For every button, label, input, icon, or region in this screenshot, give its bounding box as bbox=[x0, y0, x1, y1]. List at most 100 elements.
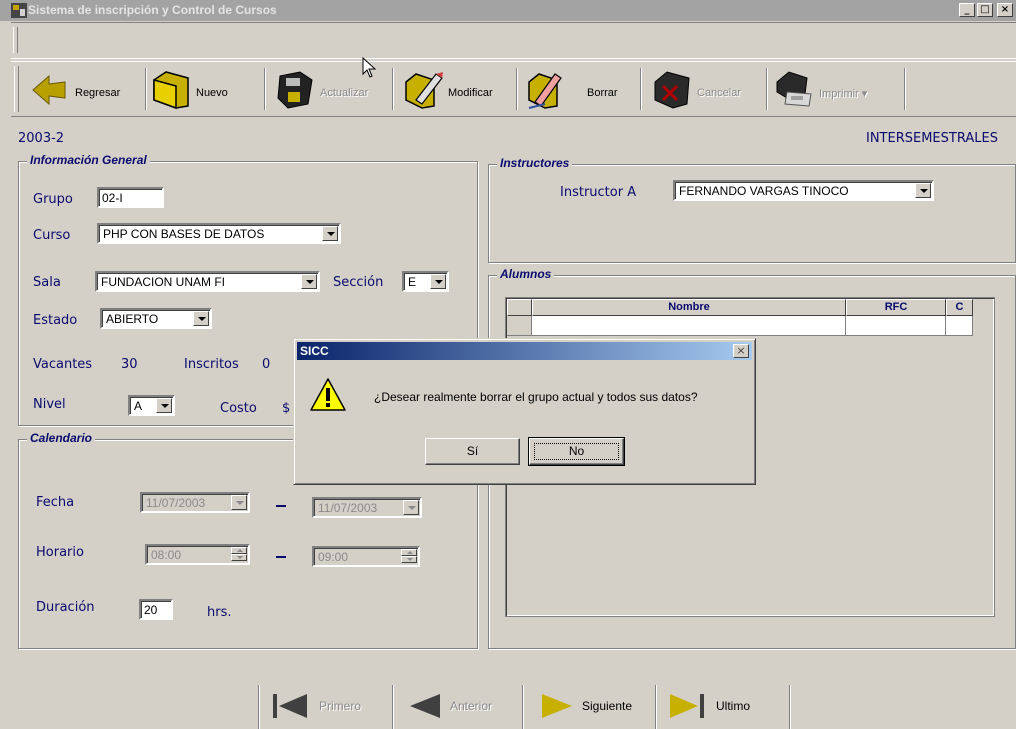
instructor-a-value: FERNANDO VARGAS TINOCO bbox=[679, 184, 849, 198]
dialog-close-button[interactable]: × bbox=[733, 344, 749, 358]
dialog-title-bar[interactable]: SICC × bbox=[297, 342, 752, 360]
instructor-a-select[interactable]: FERNANDO VARGAS TINOCO bbox=[673, 180, 934, 201]
last-record-icon bbox=[670, 694, 704, 718]
date-from-value: 11/07/2003 bbox=[146, 496, 206, 510]
status-select[interactable]: ABIERTO bbox=[100, 308, 212, 329]
level-select[interactable]: A bbox=[128, 395, 175, 416]
maximize-button[interactable]: □ bbox=[977, 3, 993, 17]
toolbar-separator bbox=[766, 68, 768, 110]
dialog-message: ¿Desear realmente borrar el grupo actual… bbox=[374, 390, 698, 404]
enrolled-value: 0 bbox=[262, 357, 271, 372]
chevron-down-icon[interactable] bbox=[322, 226, 338, 241]
back-label: Regresar bbox=[75, 87, 121, 99]
level-label: Nivel bbox=[33, 397, 66, 412]
group-field[interactable]: 02-I bbox=[97, 187, 164, 208]
table-header-row-indicator bbox=[507, 299, 532, 316]
table-cell[interactable] bbox=[946, 316, 973, 336]
nav-separator bbox=[522, 685, 524, 729]
print-label: Imprimir ▾ bbox=[819, 87, 868, 100]
back-arrow-icon bbox=[32, 74, 66, 106]
table-header-nombre[interactable]: Nombre bbox=[532, 299, 846, 316]
title-bar[interactable]: Sistema de inscripción y Control de Curs… bbox=[0, 0, 1016, 21]
time-to-value: 09:00 bbox=[318, 550, 349, 564]
cancel-label: Cancelar bbox=[697, 87, 742, 99]
print-button[interactable]: Imprimir ▾ bbox=[773, 62, 867, 116]
instructors-title: Instructores bbox=[497, 156, 573, 170]
course-label: Curso bbox=[33, 228, 71, 243]
first-record-button[interactable]: Primero bbox=[271, 688, 361, 724]
confirm-dialog: SICC × ¿Desear realmente borrar el grupo… bbox=[293, 338, 756, 485]
table-cell[interactable] bbox=[846, 316, 946, 336]
vacancies-value: 30 bbox=[121, 357, 138, 372]
yes-button[interactable]: Sí bbox=[425, 438, 520, 465]
nav-separator bbox=[258, 685, 260, 729]
chevron-down-icon[interactable] bbox=[193, 311, 209, 326]
delete-button[interactable]: Borrar bbox=[525, 62, 618, 116]
group-label: Grupo bbox=[33, 192, 73, 207]
course-select[interactable]: PHP CON BASES DE DATOS bbox=[97, 223, 341, 244]
toolbar-separator bbox=[904, 68, 906, 110]
duration-field[interactable]: 20 bbox=[139, 599, 173, 620]
time-from-spinner[interactable]: 08:00 bbox=[145, 544, 250, 565]
warning-icon bbox=[310, 378, 346, 411]
date-label: Fecha bbox=[36, 495, 75, 510]
status-value: ABIERTO bbox=[106, 312, 159, 326]
next-record-icon bbox=[542, 694, 572, 718]
cost-value: $ bbox=[282, 401, 291, 416]
chevron-down-icon[interactable] bbox=[403, 500, 419, 515]
nav-separator bbox=[789, 685, 791, 729]
date-to-value: 11/07/2003 bbox=[318, 501, 378, 515]
modify-button[interactable]: Modificar bbox=[402, 62, 493, 116]
chevron-down-icon[interactable] bbox=[430, 274, 446, 289]
no-button[interactable]: No bbox=[528, 437, 625, 466]
general-info-title: Información General bbox=[27, 153, 150, 167]
menu-bar bbox=[11, 22, 1016, 59]
minimize-button[interactable]: _ bbox=[959, 3, 975, 17]
mouse-cursor-icon bbox=[362, 57, 377, 78]
cancel-icon bbox=[654, 71, 690, 109]
date-range-dash bbox=[276, 505, 286, 507]
last-record-label: Ultimo bbox=[716, 699, 751, 713]
course-value: PHP CON BASES DE DATOS bbox=[103, 227, 265, 241]
room-select[interactable]: FUNDACION UNAM FI bbox=[95, 271, 320, 292]
toolbar: Regresar Nuevo Actualizar Modificar Borr… bbox=[11, 61, 1016, 117]
dialog-title: SICC bbox=[300, 344, 329, 358]
period-label: 2003-2 bbox=[18, 131, 65, 146]
section-select[interactable]: E bbox=[402, 271, 449, 292]
close-button[interactable]: × bbox=[997, 3, 1013, 17]
room-value: FUNDACION UNAM FI bbox=[101, 275, 225, 289]
table-header-rfc[interactable]: RFC bbox=[846, 299, 946, 316]
time-from-value: 08:00 bbox=[151, 548, 182, 562]
status-label: Estado bbox=[33, 313, 78, 328]
update-button[interactable]: Actualizar bbox=[274, 62, 368, 116]
time-to-spinner[interactable]: 09:00 bbox=[312, 546, 420, 567]
printer-icon bbox=[776, 71, 812, 107]
first-record-icon bbox=[273, 694, 307, 718]
chevron-down-icon[interactable] bbox=[915, 183, 931, 198]
back-button[interactable]: Regresar bbox=[29, 62, 120, 116]
date-from-picker[interactable]: 11/07/2003 bbox=[140, 492, 250, 513]
room-label: Sala bbox=[33, 275, 61, 290]
section-value: E bbox=[408, 275, 417, 289]
last-record-button[interactable]: Ultimo bbox=[668, 688, 750, 724]
spinner-arrows-icon[interactable] bbox=[401, 549, 417, 564]
spinner-arrows-icon[interactable] bbox=[231, 547, 247, 562]
edit-pencil-icon bbox=[405, 72, 443, 109]
chevron-down-icon[interactable] bbox=[231, 495, 247, 510]
toolbar-separator bbox=[516, 68, 518, 110]
next-record-button[interactable]: Siguiente bbox=[540, 688, 632, 724]
toolbar-separator bbox=[392, 68, 394, 110]
time-range-dash bbox=[276, 556, 286, 558]
app-icon bbox=[11, 3, 27, 18]
table-header-c[interactable]: C bbox=[946, 299, 973, 316]
new-button[interactable]: Nuevo bbox=[150, 62, 228, 116]
cancel-button[interactable]: Cancelar bbox=[651, 62, 741, 116]
chevron-down-icon[interactable] bbox=[156, 398, 172, 413]
new-label: Nuevo bbox=[196, 87, 228, 99]
duration-label: Duración bbox=[36, 600, 95, 615]
previous-record-button[interactable]: Anterior bbox=[408, 688, 492, 724]
chevron-down-icon[interactable] bbox=[301, 274, 317, 289]
table-cell[interactable] bbox=[532, 316, 846, 336]
date-to-picker[interactable]: 11/07/2003 bbox=[312, 497, 422, 518]
app-window: Sistema de inscripción y Control de Curs… bbox=[0, 0, 1016, 729]
